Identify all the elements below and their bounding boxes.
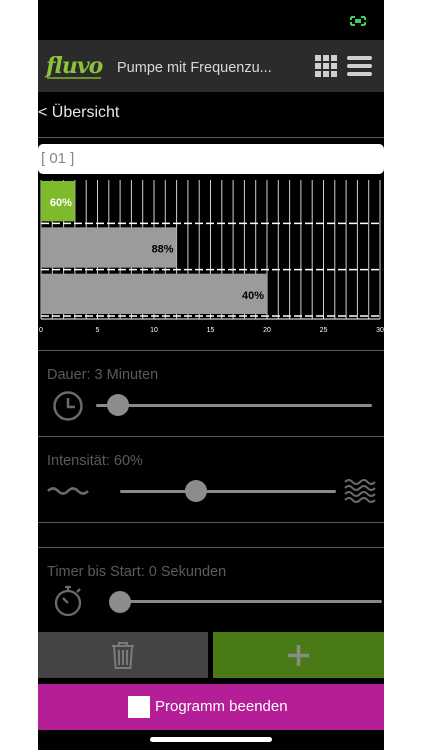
x-tick-label: 25 [320, 327, 328, 334]
bar-label: 60% [50, 197, 72, 209]
timer-slider-thumb[interactable] [109, 591, 131, 613]
add-button[interactable] [213, 632, 384, 678]
app-header: fluvo Pumpe mit Frequenzu... [38, 40, 384, 92]
duration-slider-track[interactable] [96, 404, 372, 407]
intensity-slider-track[interactable] [120, 490, 336, 493]
logo-underline [47, 77, 101, 79]
bar-label: 88% [152, 244, 174, 256]
back-link[interactable]: < Übersicht [38, 104, 119, 122]
x-tick-label: 20 [263, 327, 271, 334]
clock-icon [53, 391, 83, 421]
program-name-field[interactable]: [ 01 ] [38, 144, 384, 174]
timer-slider-track[interactable] [120, 600, 382, 603]
end-program-button[interactable]: Programm beenden [38, 684, 384, 730]
delete-button[interactable] [38, 632, 208, 678]
divider [38, 436, 384, 437]
timer-label: Timer bis Start: 0 Sekunden [47, 564, 227, 580]
divider [38, 137, 384, 138]
chart-bar [41, 273, 267, 314]
duration-slider-thumb[interactable] [107, 394, 130, 416]
end-program-label: Programm beenden [155, 698, 288, 715]
wave-low-icon [47, 487, 89, 495]
trash-icon [112, 642, 134, 669]
grid-icon[interactable] [315, 55, 337, 77]
x-tick-label: 0 [39, 327, 43, 334]
end-program-checkbox[interactable] [128, 696, 150, 718]
menu-icon[interactable] [347, 55, 372, 77]
battery-icon [350, 16, 366, 26]
duration-label: Dauer: 3 Minuten [47, 367, 159, 383]
app-screen: fluvo Pumpe mit Frequenzu... < Übersicht… [38, 0, 384, 750]
fluvo-logo: fluvo [46, 53, 103, 79]
home-indicator[interactable] [150, 737, 272, 742]
divider [38, 350, 384, 351]
divider [38, 547, 384, 548]
intensity-slider-thumb[interactable] [184, 480, 207, 502]
divider [38, 522, 384, 523]
plus-icon [288, 645, 309, 666]
program-chart: 60% 88% 40% 0 5 10 15 20 25 30 [39, 180, 384, 334]
stopwatch-icon [54, 585, 82, 617]
bar-label: 40% [242, 290, 264, 302]
x-tick-label: 10 [150, 327, 158, 334]
x-tick-label: 5 [96, 327, 100, 334]
program-name-value: [ 01 ] [41, 150, 75, 167]
page-title: Pumpe mit Frequenzu... [117, 60, 272, 76]
intensity-label: Intensität: 60% [47, 453, 143, 469]
wave-high-icon [344, 479, 376, 503]
x-tick-label: 30 [376, 327, 384, 334]
x-tick-label: 15 [207, 327, 215, 334]
